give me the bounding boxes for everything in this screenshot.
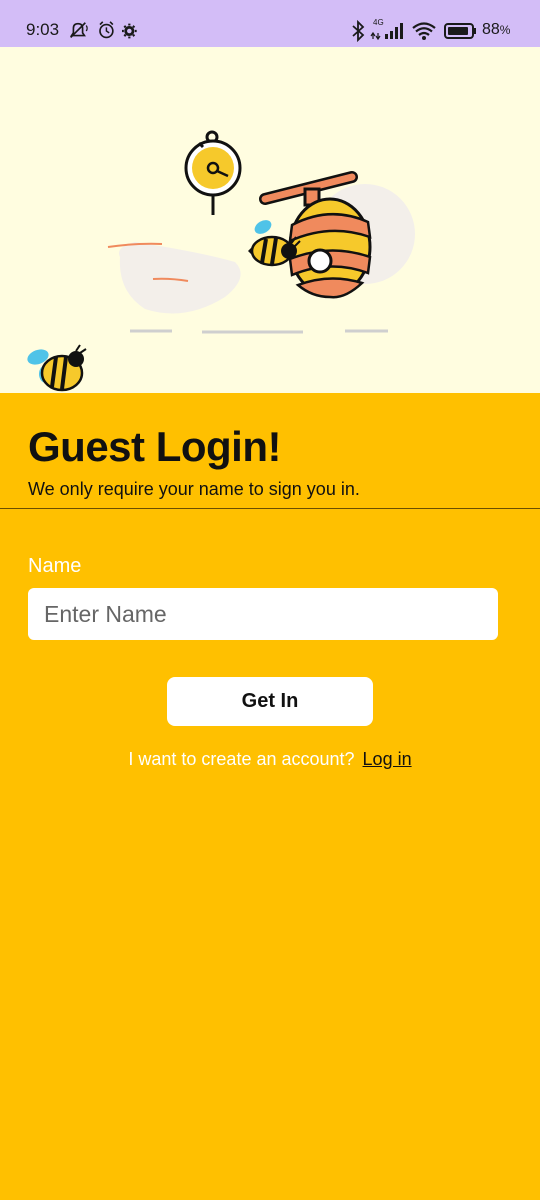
illustration-area (0, 47, 540, 393)
status-right-icons (352, 19, 476, 43)
page-subtitle: We only require your name to sign you in… (28, 479, 360, 499)
bee-small-icon (27, 344, 87, 392)
wifi-icon (412, 22, 436, 40)
mute-icon (70, 22, 88, 39)
illustration (27, 130, 415, 392)
create-account-line: I want to create an account? Log in (0, 749, 540, 770)
log-in-link[interactable]: Log in (363, 749, 412, 769)
name-label: Name (28, 555, 82, 577)
stopwatch-icon (184, 130, 242, 215)
battery-icon (444, 23, 476, 39)
alarm-icon (99, 21, 114, 39)
status-left-icons (70, 21, 137, 39)
network-type: 4G (373, 18, 384, 27)
status-time: 9:03 (26, 20, 60, 39)
settings-icon (122, 23, 137, 39)
battery-level: 88% (482, 21, 511, 38)
divider (0, 508, 540, 509)
create-account-text: I want to create an account? (128, 749, 355, 769)
name-input[interactable] (28, 588, 498, 640)
get-in-button[interactable]: Get In (167, 677, 373, 726)
page-title: Guest Login! (28, 423, 281, 470)
login-panel: Guest Login! We only require your name t… (0, 393, 540, 1200)
status-bar: 9:03 4G 88% (0, 0, 540, 47)
bluetooth-icon (352, 19, 365, 43)
